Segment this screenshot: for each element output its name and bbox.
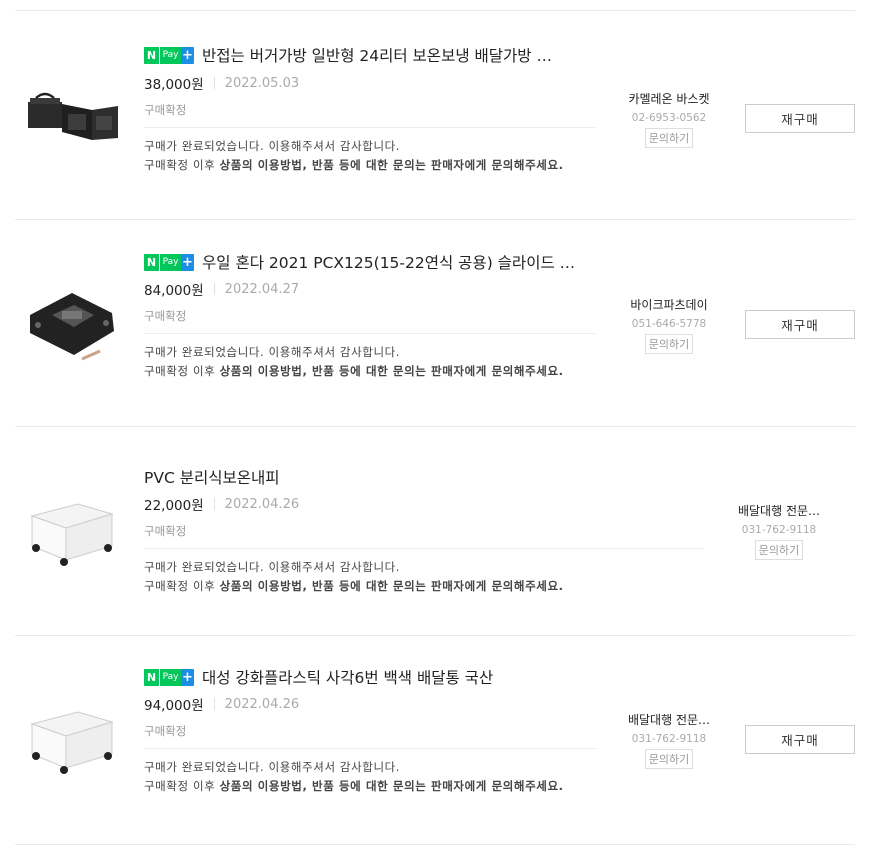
order-status: 구매확정 xyxy=(144,724,187,738)
seller-info: 배달대행 전문… 031-762-9118 문의하기 xyxy=(614,711,724,769)
divider xyxy=(15,844,855,845)
divider xyxy=(144,748,596,749)
separator xyxy=(213,698,215,710)
order-item: N Pay + 대성 강화플라스틱 사각6번 백색 배달통 국산 94,000원… xyxy=(0,0,869,844)
plus-icon: + xyxy=(181,668,194,686)
naver-n-icon: N xyxy=(144,668,159,686)
product-title-link[interactable]: 대성 강화플라스틱 사각6번 백색 배달통 국산 xyxy=(202,666,587,688)
rebuy-button[interactable]: 재구매 xyxy=(745,725,855,754)
product-thumbnail[interactable] xyxy=(22,702,122,782)
order-price: 94,000원 xyxy=(144,698,204,714)
seller-phone: 031-762-9118 xyxy=(631,733,707,745)
purchase-message: 구매가 완료되었습니다. 이용해주셔서 감사합니다. 구매확정 이후 상품의 이… xyxy=(144,760,564,793)
order-date: 2022.04.26 xyxy=(224,696,300,712)
seller-name[interactable]: 배달대행 전문… xyxy=(614,711,724,728)
naver-pay-badge: N Pay + xyxy=(144,668,194,686)
inquiry-button[interactable]: 문의하기 xyxy=(644,749,694,769)
